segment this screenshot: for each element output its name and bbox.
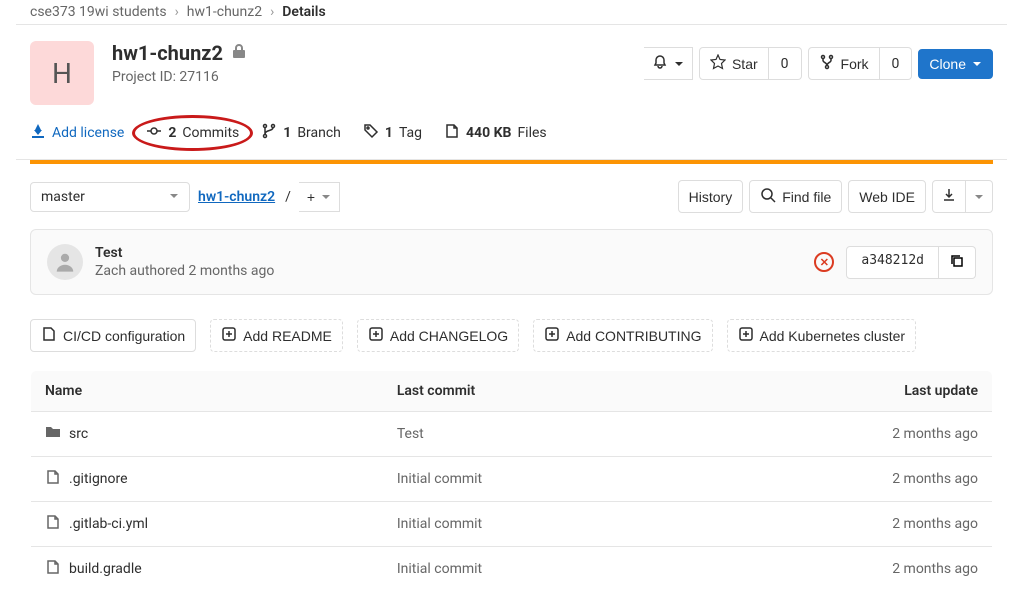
project-avatar: H: [30, 41, 94, 105]
project-id: Project ID: 27116: [112, 69, 626, 85]
chevron-down-icon: [674, 56, 684, 72]
branches-link[interactable]: 1 Branch: [261, 123, 341, 143]
star-button[interactable]: Star: [699, 47, 769, 80]
star-count[interactable]: 0: [769, 47, 802, 80]
folder-icon: [45, 424, 61, 444]
repo-root-link[interactable]: hw1-chunz2: [198, 189, 275, 205]
plus-square-icon: [738, 326, 754, 345]
last-update-text: 2 months ago: [686, 412, 992, 457]
tag-icon: [363, 123, 379, 143]
add-contributing-button[interactable]: Add CONTRIBUTING: [533, 319, 712, 352]
pipeline-failed-icon[interactable]: ✕: [814, 252, 834, 272]
download-icon: [941, 187, 957, 206]
column-commit: Last commit: [383, 371, 686, 412]
commit-meta: Zach authored 2 months ago: [95, 263, 802, 279]
last-commit-text: Initial commit: [383, 547, 686, 592]
last-update-text: 2 months ago: [686, 457, 992, 502]
plus-square-icon: [221, 326, 237, 345]
chevron-down-icon: [972, 56, 982, 72]
column-update: Last update: [686, 371, 992, 412]
copy-sha-button[interactable]: [939, 246, 976, 279]
table-row[interactable]: src Test2 months ago: [31, 412, 993, 457]
add-kubernetes-button[interactable]: Add Kubernetes cluster: [727, 319, 917, 352]
breadcrumb-item[interactable]: hw1-chunz2: [187, 4, 262, 20]
add-changelog-button[interactable]: Add CHANGELOG: [357, 319, 519, 352]
last-update-text: 2 months ago: [686, 502, 992, 547]
branch-icon: [261, 123, 277, 143]
commit-sha[interactable]: a348212d: [846, 246, 939, 279]
plus-square-icon: [544, 326, 560, 345]
breadcrumb-current: Details: [282, 4, 325, 20]
tags-link[interactable]: 1 Tag: [363, 123, 422, 143]
add-readme-button[interactable]: Add README: [210, 319, 343, 352]
file-icon: [45, 469, 61, 489]
path-breadcrumb: hw1-chunz2 /: [198, 189, 291, 205]
plus-square-icon: [368, 326, 384, 345]
file-name-text: .gitlab-ci.yml: [69, 516, 148, 532]
add-dropdown[interactable]: +: [299, 182, 340, 212]
chevron-right-icon: ›: [270, 4, 274, 20]
file-icon: [444, 123, 460, 143]
files-size-link[interactable]: 440 KB Files: [444, 123, 547, 143]
lock-icon: [231, 43, 247, 63]
table-row[interactable]: build.gradle Initial commit2 months ago: [31, 547, 993, 592]
copy-icon: [949, 257, 965, 272]
file-icon: [41, 326, 57, 345]
commit-title[interactable]: Test: [95, 245, 802, 261]
find-file-button[interactable]: Find file: [749, 180, 842, 213]
fork-count[interactable]: 0: [880, 47, 913, 80]
clone-button[interactable]: Clone: [918, 49, 993, 79]
download-dropdown[interactable]: [966, 180, 993, 213]
bell-icon: [652, 54, 668, 73]
breadcrumb: cse373 19wi students › hw1-chunz2 › Deta…: [16, 0, 1007, 25]
chevron-down-icon: [169, 189, 179, 205]
latest-commit-box: Test Zach authored 2 months ago ✕ a34821…: [30, 229, 993, 295]
notification-dropdown[interactable]: [644, 47, 693, 80]
history-button[interactable]: History: [678, 180, 744, 213]
file-name-text: src: [69, 426, 88, 442]
chevron-down-icon: [321, 189, 331, 205]
last-update-text: 2 months ago: [686, 547, 992, 592]
ci-status-bar: [30, 160, 993, 164]
web-ide-button[interactable]: Web IDE: [848, 180, 926, 213]
last-commit-text: Initial commit: [383, 502, 686, 547]
license-icon: [30, 123, 46, 143]
project-title: hw1-chunz2: [112, 41, 223, 65]
column-name: Name: [31, 371, 383, 412]
search-icon: [760, 187, 776, 206]
file-icon: [45, 514, 61, 534]
add-license-link[interactable]: Add license: [30, 123, 124, 143]
file-tree-table: Name Last commit Last update srcTest2 mo…: [30, 370, 993, 592]
cicd-config-button[interactable]: CI/CD configuration: [30, 319, 196, 352]
last-commit-text: Test: [383, 412, 686, 457]
branch-select[interactable]: master: [30, 182, 190, 212]
breadcrumb-item[interactable]: cse373 19wi students: [30, 4, 167, 20]
fork-icon: [819, 54, 835, 73]
star-icon: [710, 54, 726, 73]
user-avatar: [47, 244, 83, 280]
file-name-text: .gitignore: [69, 471, 128, 487]
table-row[interactable]: .gitlab-ci.yml Initial commit2 months ago: [31, 502, 993, 547]
fork-button[interactable]: Fork: [808, 47, 880, 80]
table-row[interactable]: .gitignore Initial commit2 months ago: [31, 457, 993, 502]
commit-icon: [146, 123, 162, 143]
commits-link[interactable]: 2 Commits: [146, 123, 239, 143]
chevron-right-icon: ›: [175, 4, 179, 20]
file-name-text: build.gradle: [69, 561, 142, 577]
download-button[interactable]: [932, 180, 966, 213]
plus-icon: +: [307, 189, 315, 205]
file-icon: [45, 559, 61, 579]
last-commit-text: Initial commit: [383, 457, 686, 502]
chevron-down-icon: [974, 189, 984, 205]
